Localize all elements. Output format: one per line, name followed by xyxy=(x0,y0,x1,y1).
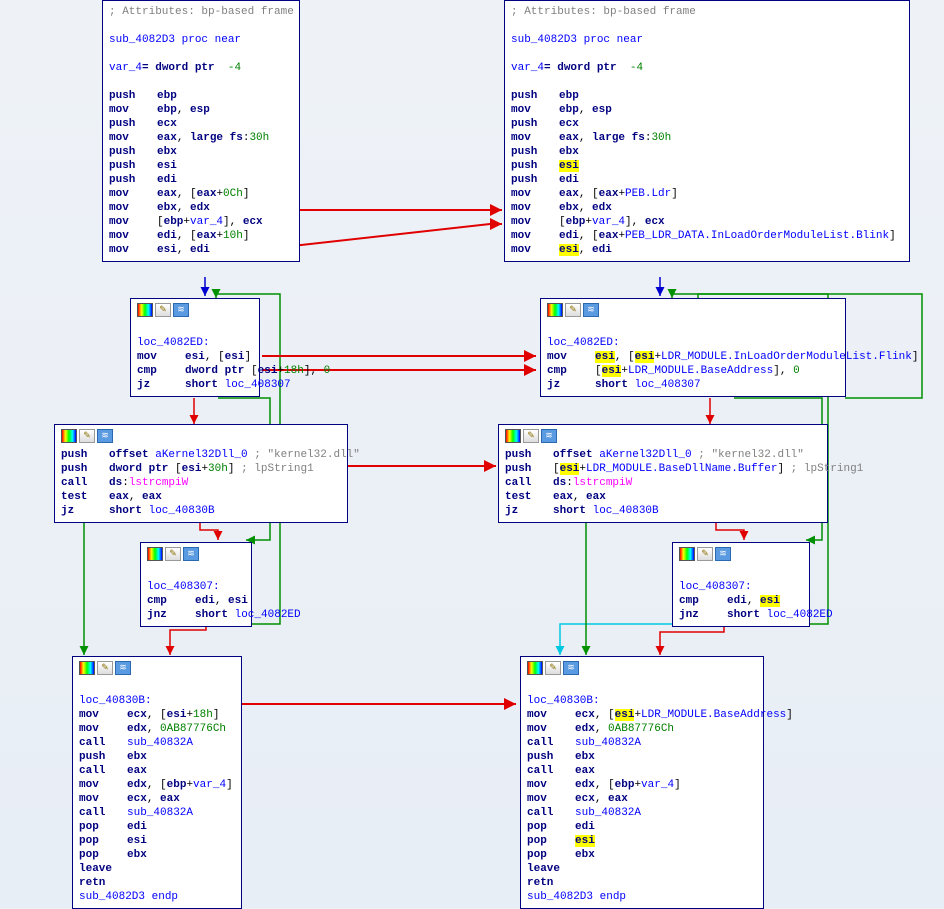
node-toolbar: ✎ ≋ xyxy=(79,661,235,677)
left-node-4[interactable]: ✎ ≋ loc_408307: cmpedi, esi jnzshort loc… xyxy=(140,542,252,627)
comment-text: ; Attributes: bp-based frame xyxy=(511,5,903,19)
color-icon[interactable] xyxy=(505,429,521,443)
label: loc_408307: xyxy=(147,580,245,594)
left-node-2[interactable]: ✎ ≋ loc_4082ED: movesi, [esi] cmpdword p… xyxy=(130,298,260,397)
group-icon[interactable]: ≋ xyxy=(563,661,579,675)
node-toolbar: ✎ ≋ xyxy=(547,303,839,319)
left-node-1[interactable]: ; Attributes: bp-based frame sub_4082D3 … xyxy=(102,0,300,262)
var-decl: var_4 xyxy=(109,62,142,74)
edit-icon[interactable]: ✎ xyxy=(97,661,113,675)
label: loc_408307: xyxy=(679,580,803,594)
group-icon[interactable]: ≋ xyxy=(97,429,113,443)
color-icon[interactable] xyxy=(137,303,153,317)
group-icon[interactable]: ≋ xyxy=(173,303,189,317)
left-node-5[interactable]: ✎ ≋ loc_40830B: movecx, [esi+18h] movedx… xyxy=(72,656,242,909)
color-icon[interactable] xyxy=(147,547,163,561)
label: loc_4082ED: xyxy=(137,336,253,350)
edit-icon[interactable]: ✎ xyxy=(545,661,561,675)
edit-icon[interactable]: ✎ xyxy=(565,303,581,317)
edit-icon[interactable]: ✎ xyxy=(155,303,171,317)
label: loc_40830B: xyxy=(527,694,757,708)
color-icon[interactable] xyxy=(79,661,95,675)
label: loc_40830B: xyxy=(79,694,235,708)
color-icon[interactable] xyxy=(61,429,77,443)
right-node-3[interactable]: ✎ ≋ pushoffset aKernel32Dll_0 ; "kernel3… xyxy=(498,424,828,523)
group-icon[interactable]: ≋ xyxy=(183,547,199,561)
right-node-2[interactable]: ✎ ≋ loc_4082ED: movesi, [esi+LDR_MODULE.… xyxy=(540,298,846,397)
label: loc_4082ED: xyxy=(547,336,839,350)
node-toolbar: ✎ ≋ xyxy=(679,547,803,563)
right-node-1[interactable]: ; Attributes: bp-based frame sub_4082D3 … xyxy=(504,0,910,262)
node-toolbar: ✎ ≋ xyxy=(527,661,757,677)
proc-label: sub_4082D3 proc near xyxy=(511,34,643,46)
right-node-4[interactable]: ✎ ≋ loc_408307: cmpedi, esi jnzshort loc… xyxy=(672,542,810,627)
group-icon[interactable]: ≋ xyxy=(115,661,131,675)
edit-icon[interactable]: ✎ xyxy=(165,547,181,561)
edit-icon[interactable]: ✎ xyxy=(523,429,539,443)
edit-icon[interactable]: ✎ xyxy=(79,429,95,443)
color-icon[interactable] xyxy=(527,661,543,675)
group-icon[interactable]: ≋ xyxy=(583,303,599,317)
color-icon[interactable] xyxy=(547,303,563,317)
edit-icon[interactable]: ✎ xyxy=(697,547,713,561)
proc-label: sub_4082D3 proc near xyxy=(109,34,241,46)
comment-text: ; Attributes: bp-based frame xyxy=(109,5,293,19)
left-node-3[interactable]: ✎ ≋ pushoffset aKernel32Dll_0 ; "kernel3… xyxy=(54,424,348,523)
group-icon[interactable]: ≋ xyxy=(715,547,731,561)
color-icon[interactable] xyxy=(679,547,695,561)
node-toolbar: ✎ ≋ xyxy=(147,547,245,563)
node-toolbar: ✎ ≋ xyxy=(61,429,341,445)
node-toolbar: ✎ ≋ xyxy=(137,303,253,319)
group-icon[interactable]: ≋ xyxy=(541,429,557,443)
node-toolbar: ✎ ≋ xyxy=(505,429,821,445)
right-node-5[interactable]: ✎ ≋ loc_40830B: movecx, [esi+LDR_MODULE.… xyxy=(520,656,764,909)
